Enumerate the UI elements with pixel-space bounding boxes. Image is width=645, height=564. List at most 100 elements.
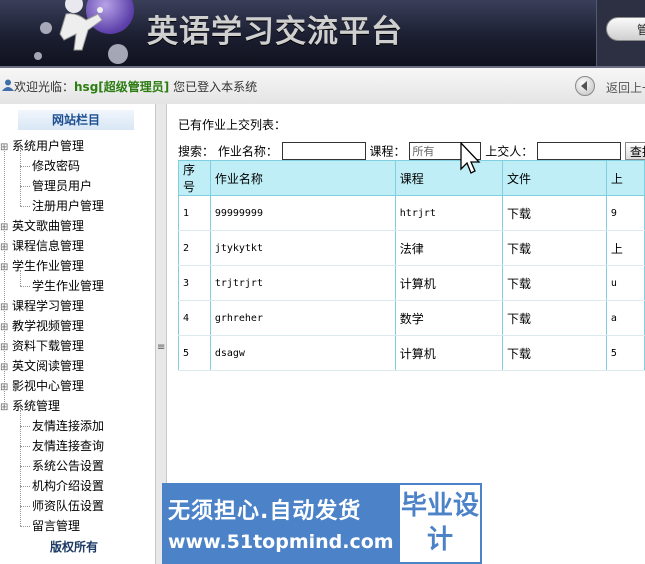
sidebar-group[interactable]: ⊞ 课程学习管理 [0, 296, 84, 316]
cell-index: 2 [178, 230, 211, 266]
download-link[interactable]: 下载 [501, 195, 607, 231]
name-filter-label: 作业名称： [217, 144, 278, 159]
cell-submitter: 上 [605, 230, 645, 266]
back-arrow-icon[interactable] [575, 76, 595, 96]
tree-connector [20, 270, 21, 286]
download-link[interactable]: 下载 [501, 265, 607, 301]
submitter-filter-label: 上交人： [485, 144, 534, 159]
cell-course: 法律 [394, 230, 503, 266]
sidebar-item[interactable]: 友情连接添加 [19, 416, 104, 436]
download-link[interactable]: 下载 [501, 335, 607, 371]
sidebar: 网站栏目 ⊞ 系统用户管理 修改密码 管理员用户 注册用户管理 ⊞ 英文歌曲管理 ⊞ 课程信息管… [0, 104, 155, 564]
sidebar-group[interactable]: ⊞ 系统管理 [0, 396, 60, 416]
column-header-course: 课程 [394, 160, 503, 196]
submitter-filter-input[interactable] [537, 142, 622, 160]
cell-title: dsagw [209, 335, 396, 371]
download-link[interactable]: 下载 [501, 230, 607, 266]
welcome-prefix: 欢迎光临： [14, 80, 75, 94]
sidebar-item[interactable]: 留言管理 [19, 516, 80, 536]
column-header-title: 作业名称 [209, 160, 396, 196]
cell-index: 4 [178, 300, 211, 336]
cell-title: 99999999 [209, 195, 396, 231]
sidebar-footer: 版权所有 [50, 540, 99, 554]
cell-title: jtykytkt [209, 230, 396, 266]
sidebar-item[interactable]: 机构介绍设置 [19, 476, 104, 496]
back-link[interactable]: 返回上一 [606, 79, 645, 96]
cell-index: 1 [178, 195, 211, 231]
course-filter-label: 课程： [369, 144, 406, 159]
sidebar-group[interactable]: ⊞ 影视中心管理 [0, 376, 84, 396]
search-button[interactable]: 查找 [624, 142, 645, 160]
sidebar-item[interactable]: 师资队伍设置 [19, 496, 104, 516]
sidebar-group-label: 英文歌曲管理 [12, 219, 85, 233]
sidebar-group-label: 课程信息管理 [12, 239, 85, 253]
cell-title: trjtrjrt [209, 265, 396, 301]
sidebar-group-label: 资料下载管理 [12, 339, 85, 353]
sidebar-item[interactable]: 注册用户管理 [19, 196, 104, 216]
splitter-grip-icon[interactable]: ≡ [157, 342, 165, 353]
sidebar-title: 网站栏目 [18, 110, 134, 130]
cell-submitter: 5 [605, 335, 645, 371]
sidebar-group[interactable]: ⊞ 学生作业管理 [0, 256, 84, 276]
download-link[interactable]: 下载 [501, 300, 607, 336]
sidebar-group-label: 影视中心管理 [12, 379, 85, 393]
cell-course: htrjrt [394, 195, 503, 231]
watermark-banner: 无须担心.自动发货 www.51topmind.com 毕业设计 [162, 483, 482, 564]
mouse-pointer-icon [460, 142, 481, 174]
column-header-index: 序号 [178, 160, 211, 196]
sidebar-group[interactable]: ⊞ 教学视频管理 [0, 316, 84, 336]
user-icon [2, 79, 14, 91]
watermark-line1: 无须担心.自动发货 [168, 499, 362, 524]
sidebar-group[interactable]: ⊞ 英文歌曲管理 [0, 216, 84, 236]
tree-connector [20, 410, 21, 526]
watermark-badge-text: 毕业设计 [400, 491, 479, 555]
sidebar-item[interactable]: 系统公告设置 [19, 456, 104, 476]
sidebar-group[interactable]: ⊞ 资料下载管理 [0, 336, 84, 356]
decor-bubble [34, 52, 42, 60]
cell-submitter: a [605, 300, 645, 336]
site-title: 英语学习交流平台 [147, 14, 403, 50]
column-header-submitter: 上 [605, 160, 645, 196]
welcome-suffix: 您已登入本系统 [169, 80, 258, 94]
table-header-row: 序号 作业名称 课程 文件 上 [178, 160, 645, 196]
table-row: 5 dsagw 计算机 下载 5 [178, 335, 645, 371]
sidebar-group-label: 教学视频管理 [12, 319, 85, 333]
sidebar-group-label: 课程学习管理 [12, 299, 85, 313]
column-header-file: 文件 [501, 160, 607, 196]
welcome-bar: 欢迎光临：hsg[超级管理员] 您已登入本系统 返回上一 [0, 68, 645, 105]
cell-title: grhreher [209, 300, 396, 336]
sidebar-item[interactable]: 修改密码 [19, 156, 80, 176]
watermark-line2: www.51topmind.com [168, 531, 394, 553]
table-row: 1 99999999 htrjrt 下载 9 [178, 195, 645, 231]
cell-course: 计算机 [394, 335, 503, 371]
decor-bubble [40, 22, 52, 34]
sidebar-group-label: 学生作业管理 [12, 259, 85, 273]
current-username: hsg[超级管理员] [74, 80, 170, 94]
welcome-text: 欢迎光临：hsg[超级管理员] 您已登入本系统 [14, 78, 257, 95]
sidebar-item[interactable]: 管理员用户 [19, 176, 92, 196]
table-row: 4 grhreher 数学 下载 a [178, 300, 645, 336]
sidebar-item[interactable]: 友情连接查询 [19, 436, 104, 456]
cell-course: 数学 [394, 300, 503, 336]
sidebar-group[interactable]: ⊞ 英文阅读管理 [0, 356, 84, 376]
tree-connector [20, 150, 21, 206]
table-row: 2 jtykytkt 法律 下载 上 [178, 230, 645, 266]
decor-bubble [108, 44, 128, 64]
sidebar-item[interactable]: 学生作业管理 [19, 276, 104, 296]
table-row: 3 trjtrjrt 计算机 下载 u [178, 265, 645, 301]
name-filter-input[interactable] [281, 142, 366, 160]
sidebar-group-label: 英文阅读管理 [12, 359, 85, 373]
sidebar-group-label: 系统用户管理 [12, 139, 85, 153]
cell-index: 3 [178, 265, 211, 301]
cell-course: 计算机 [394, 265, 503, 301]
list-heading: 已有作业上交列表： [178, 118, 287, 132]
watermark-badge: 毕业设计 [400, 485, 480, 562]
tree-connector [4, 146, 5, 406]
homework-table: 序号 作业名称 课程 文件 上 1 99999999 htrjrt 下载 9 2… [178, 160, 645, 371]
sidebar-group[interactable]: ⊞ 课程信息管理 [0, 236, 84, 256]
sidebar-group[interactable]: ⊞ 系统用户管理 [0, 136, 84, 156]
manage-button[interactable]: 管 [606, 17, 645, 41]
site-header: 英语学习交流平台 管 [0, 0, 645, 68]
cell-submitter: u [605, 265, 645, 301]
search-label: 搜索： [178, 144, 215, 159]
